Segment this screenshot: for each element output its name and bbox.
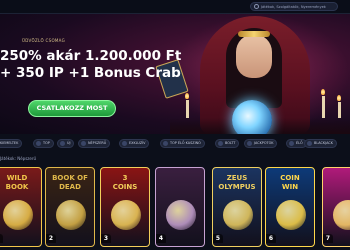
jackpot-icon	[247, 141, 252, 146]
game-artwork	[56, 200, 86, 230]
category-chip[interactable]: EXKLUZÍV	[119, 139, 150, 148]
candle-flame	[185, 93, 189, 99]
category-chip[interactable]: BLACKJACK	[304, 139, 337, 148]
category-chip[interactable]: JACKPOTOK	[244, 139, 278, 148]
crystal-ball	[232, 100, 272, 134]
game-rank: 3	[101, 234, 111, 243]
game-rank: 7	[323, 234, 333, 243]
category-chip[interactable]: NÉPSZERŰ	[78, 139, 111, 148]
top-bar: Játékok, Szolgáltatók, Nyeremények	[0, 0, 350, 14]
category-chips: KIEMELTEK TOP ÚJ NÉPSZERŰ EXKLUZÍV TOP É…	[0, 139, 350, 148]
category-chip[interactable]: KIEMELTEK	[0, 139, 23, 148]
promo-subheadline: + 350 IP +1 Bonus Crab	[0, 65, 181, 81]
game-rank: 6	[266, 234, 276, 243]
candle	[338, 102, 341, 118]
game-title: BOOK OF	[52, 174, 88, 182]
game-artwork	[111, 200, 141, 230]
game-title: 3	[122, 174, 128, 182]
live-casino-icon	[163, 141, 168, 146]
game-title: ZEUS	[226, 174, 248, 182]
game-tile[interactable]: 7	[322, 167, 350, 247]
search-icon	[254, 4, 259, 9]
heart-icon	[81, 141, 86, 146]
join-now-button[interactable]: CSATLAKOZZ MOST	[28, 100, 116, 117]
game-artwork	[276, 200, 306, 230]
promo-headline: 250% akár 1.200.000 Ft	[0, 48, 182, 64]
game-title: WILD	[6, 174, 28, 182]
category-chip[interactable]: TOP	[33, 139, 54, 148]
shop-icon	[218, 141, 223, 146]
candle-flame	[337, 95, 341, 101]
fortune-teller-face	[236, 34, 272, 78]
game-subtitle: COINS	[112, 183, 138, 191]
casino-page: Játékok, Szolgáltatók, Nyeremények ÜDVÖZ…	[0, 0, 350, 250]
category-chip[interactable]: BOLTT	[215, 139, 240, 148]
fire-icon	[36, 141, 41, 146]
game-tile[interactable]: BOOK OF DEAD 2	[45, 167, 95, 247]
candle-flame	[321, 89, 325, 95]
game-rank: 4	[156, 234, 166, 243]
game-title: COIN	[280, 174, 300, 182]
game-subtitle: BOOK	[5, 183, 29, 191]
game-artwork	[223, 200, 253, 230]
game-tile[interactable]: ZEUS OLYMPUS 5	[212, 167, 262, 247]
game-tile[interactable]: COIN WIN 6	[265, 167, 315, 247]
live-icon	[289, 141, 294, 146]
game-tile[interactable]: WILDBOOK 1	[0, 167, 42, 247]
candle	[322, 96, 325, 118]
fortune-teller-crown	[238, 31, 270, 37]
promo-badge: ÜDVÖZLŐ CSOMAG	[22, 38, 66, 43]
game-rank: 2	[46, 234, 56, 243]
category-chip[interactable]: TOP ÉLŐ KASZINÓ	[160, 139, 205, 148]
game-artwork	[166, 200, 196, 230]
hero-banner[interactable]: ÜDVÖZLŐ CSOMAG 250% akár 1.200.000 Ft + …	[0, 14, 350, 134]
category-chip[interactable]: ÚJ	[57, 139, 75, 148]
candle	[186, 100, 189, 118]
section-label: Játékok: Népszerű	[0, 156, 37, 161]
diamond-icon	[122, 141, 127, 146]
game-rank: 1	[0, 234, 3, 243]
game-subtitle: OLYMPUS	[218, 183, 256, 191]
new-icon	[60, 141, 65, 146]
search-placeholder: Játékok, Szolgáltatók, Nyeremények	[261, 5, 326, 9]
search-input[interactable]: Játékok, Szolgáltatók, Nyeremények	[250, 2, 338, 11]
game-artwork	[333, 200, 350, 230]
game-tile[interactable]: 3 COINS 3	[100, 167, 150, 247]
game-tile[interactable]: 4	[155, 167, 205, 247]
cards-icon	[307, 141, 312, 146]
game-artwork	[3, 200, 33, 230]
game-rank: 5	[213, 234, 223, 243]
game-subtitle: DEAD	[59, 183, 81, 191]
game-subtitle: WIN	[281, 183, 299, 191]
